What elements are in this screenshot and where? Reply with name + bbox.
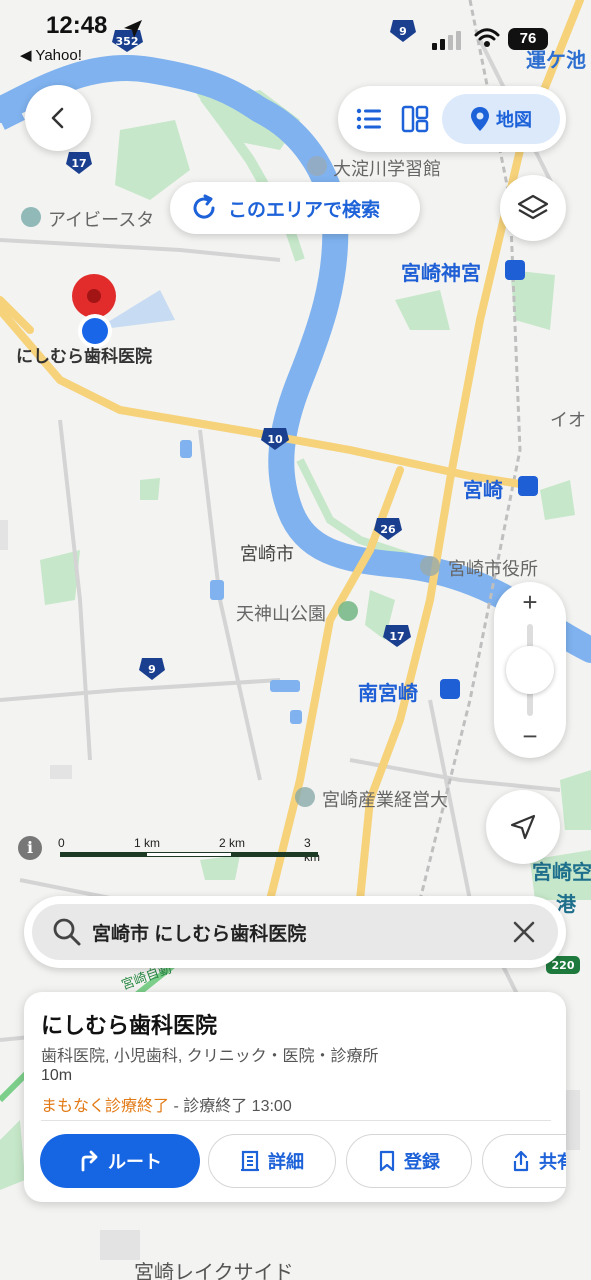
map-label-aeon[interactable]: イオ (550, 406, 586, 432)
map-pin-icon (471, 107, 489, 131)
search-bar-container: 宮崎市 にしむら歯科医院 (24, 896, 566, 968)
close-icon[interactable] (512, 920, 536, 944)
route-label: ルート (108, 1152, 162, 1172)
status-bar: 12:48 ◀ Yahoo! 76 (0, 0, 591, 70)
location-arrow-icon (124, 20, 142, 38)
save-label: 登録 (404, 1152, 440, 1172)
svg-text:10: 10 (267, 433, 283, 446)
place-categories: 歯科医院, 小児歯科, クリニック・医院・診療所 (41, 1048, 379, 1065)
map-label-lakeside[interactable]: 宮崎レイクサイド (134, 1256, 294, 1280)
map-label-ivy[interactable]: アイビースタ (48, 206, 154, 232)
search-input[interactable]: 宮崎市 にしむら歯科医院 (32, 904, 558, 960)
info-icon[interactable]: i (18, 836, 42, 860)
svg-text:17: 17 (389, 630, 404, 643)
map-label-minami-miyazaki[interactable]: 南宮崎 (358, 677, 418, 706)
list-view-button[interactable] (346, 94, 392, 144)
share-button[interactable]: 共有 (482, 1134, 566, 1188)
card-divider (41, 1120, 551, 1121)
scale-ruler (60, 852, 318, 857)
zoom-in-button[interactable]: + (494, 582, 566, 622)
back-button[interactable] (25, 85, 91, 151)
current-location-button[interactable] (486, 790, 560, 864)
layers-button[interactable] (500, 175, 566, 241)
map-label-airport-1[interactable]: 宮崎空 (532, 856, 591, 885)
split-view-icon (401, 105, 429, 133)
place-title: にしむら歯科医院 (41, 1013, 218, 1038)
svg-text:17: 17 (71, 157, 86, 170)
place-hours-status: まもなく診療終了 - 診療終了 13:00 (41, 1092, 292, 1116)
map-label-osodogawa[interactable]: 大淀川学習館 (333, 155, 441, 181)
zoom-slider-handle[interactable] (506, 646, 554, 694)
map-view-label: 地図 (496, 110, 532, 130)
map-view-button[interactable]: 地図 (442, 94, 560, 144)
wifi-icon (474, 28, 500, 47)
share-label: 共有 (539, 1152, 566, 1172)
zoom-control: + − (494, 582, 566, 758)
detail-button[interactable]: 詳細 (208, 1134, 336, 1188)
map-label-miyazaki-station[interactable]: 宮崎 (463, 474, 503, 503)
layers-icon (517, 194, 549, 220)
scale-label-1km: 1 km (134, 836, 161, 850)
svg-text:220: 220 (552, 959, 575, 972)
signal-icon (432, 31, 461, 50)
split-view-button[interactable] (392, 94, 438, 144)
search-this-area-button[interactable]: このエリアで検索 (170, 182, 420, 234)
place-card[interactable]: にしむら歯科医院 歯科医院, 小児歯科, クリニック・医院・診療所 10m まも… (24, 992, 566, 1202)
battery-indicator: 76 (508, 28, 548, 50)
closing-soon-label: まもなく診療終了 (41, 1098, 170, 1115)
search-this-area-label: このエリアで検索 (228, 199, 381, 221)
search-input-value: 宮崎市 にしむら歯科医院 (92, 923, 307, 945)
turn-right-icon (81, 1150, 98, 1172)
navigation-arrow-icon (510, 814, 536, 840)
zoom-out-button[interactable]: − (494, 718, 566, 758)
map-label-jingu[interactable]: 宮崎神宮 (401, 257, 481, 286)
search-icon (53, 918, 81, 946)
chevron-left-icon (51, 107, 64, 129)
svg-text:9: 9 (148, 663, 156, 676)
back-to-app-link[interactable]: ◀ Yahoo! (20, 46, 82, 64)
bookmark-icon (379, 1150, 395, 1172)
svg-text:26: 26 (380, 523, 396, 536)
refresh-icon (193, 194, 215, 219)
place-distance: 10m (41, 1067, 73, 1084)
closing-time-label: - 診療終了 13:00 (169, 1098, 292, 1115)
map-label-tenjinyama[interactable]: 天神山公園 (236, 600, 326, 626)
map-label-university[interactable]: 宮崎産業経営大 (322, 786, 448, 812)
list-icon (356, 108, 381, 130)
status-time: 12:48 (46, 12, 108, 39)
route-button[interactable]: ルート (40, 1134, 200, 1188)
view-toggle: 地図 (338, 86, 566, 152)
building-icon (241, 1150, 259, 1172)
save-button[interactable]: 登録 (346, 1134, 472, 1188)
share-icon (513, 1150, 529, 1172)
map-label-city: 宮崎市 (240, 544, 294, 565)
map-label-cityhall[interactable]: 宮崎市役所 (448, 555, 538, 581)
scale-label-2km: 2 km (219, 836, 246, 850)
map-label-clinic[interactable]: にしむら歯科医院 (16, 342, 152, 367)
detail-label: 詳細 (268, 1152, 304, 1172)
scale-label-0: 0 (58, 836, 65, 850)
scale-label-3km: 3 km (304, 836, 320, 864)
scale-bar: i 0 1 km 2 km 3 km (18, 832, 328, 864)
